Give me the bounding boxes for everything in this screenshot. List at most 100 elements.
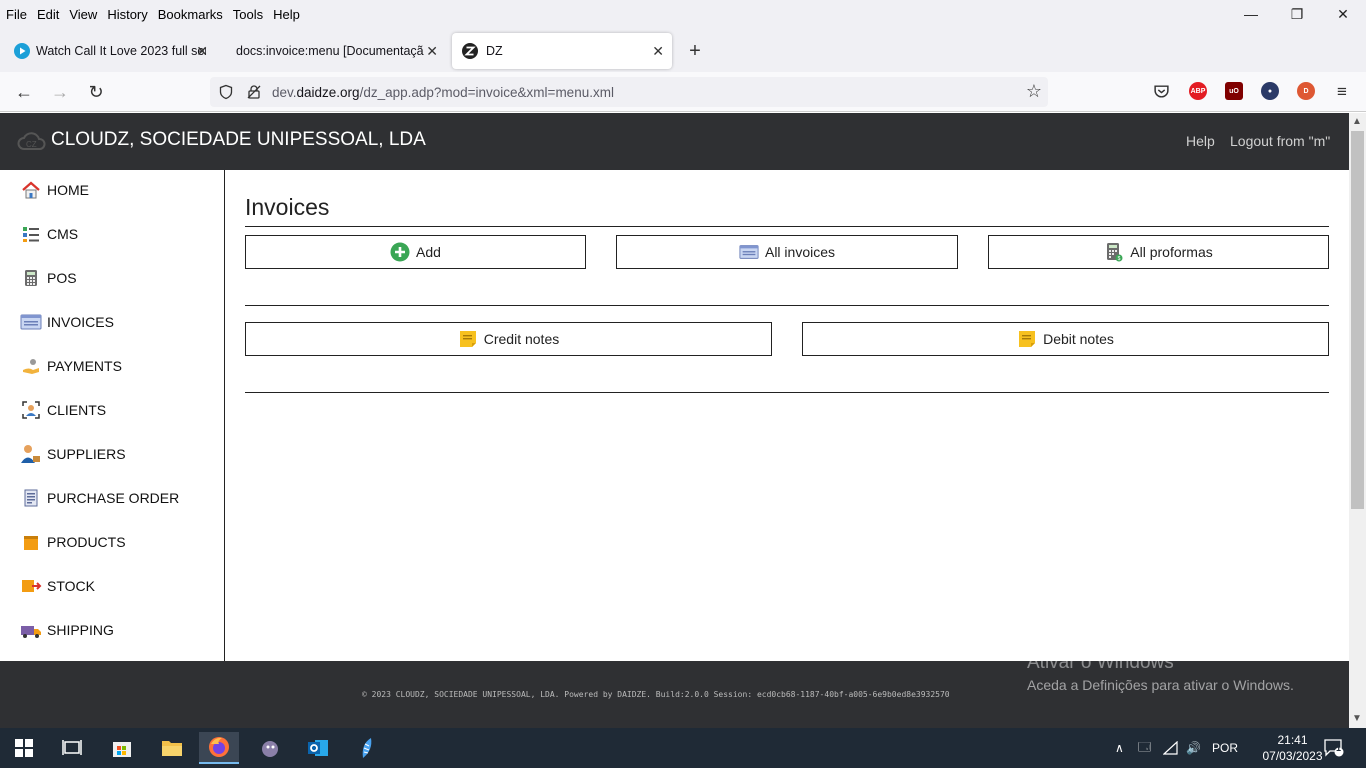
sidebar-item-payments[interactable]: PAYMENTS: [20, 354, 122, 378]
app-feather-icon[interactable]: [347, 732, 387, 764]
sidebar-item-label: SHIPPING: [47, 622, 114, 638]
sidebar-item-shipping[interactable]: SHIPPING: [20, 618, 114, 642]
task-view-icon[interactable]: [52, 732, 92, 764]
add-button[interactable]: Add: [245, 235, 586, 269]
restore-icon[interactable]: ❐: [1274, 0, 1320, 28]
sidebar-item-cms[interactable]: CMS: [20, 222, 78, 246]
tab-close-icon[interactable]: ✕: [652, 43, 664, 60]
menu-view[interactable]: View: [65, 7, 101, 22]
pocket-icon[interactable]: [1153, 83, 1170, 100]
taskbar-clock[interactable]: 21:41 07/03/2023: [1255, 732, 1330, 764]
payment-icon: [20, 356, 42, 376]
tab-dz[interactable]: DZ ✕: [452, 33, 672, 69]
close-window-icon[interactable]: ✕: [1320, 0, 1366, 28]
windows-start-icon[interactable]: [4, 732, 44, 764]
app-header: CZ CLOUDZ, SOCIEDADE UNIPESSOAL, LDA Hel…: [0, 113, 1349, 170]
divider: [245, 392, 1329, 393]
purchase-order-icon: [20, 488, 42, 508]
divider: [245, 305, 1329, 306]
dz-logo-icon: [462, 43, 478, 59]
sidebar-item-label: PAYMENTS: [47, 358, 122, 374]
debit-notes-label: Debit notes: [1043, 331, 1114, 347]
logout-link[interactable]: Logout from "m": [1230, 133, 1330, 149]
sidebar-item-stock[interactable]: STOCK: [20, 574, 95, 598]
all-proformas-button[interactable]: $ All proformas: [988, 235, 1329, 269]
list-icon: [20, 224, 42, 244]
sidebar-item-label: PURCHASE ORDER: [47, 490, 180, 506]
bookmark-star-icon[interactable]: ☆: [1026, 81, 1042, 102]
sidebar-item-label: STOCK: [47, 578, 95, 594]
sidebar-item-label: HOME: [47, 182, 89, 198]
back-icon[interactable]: ←: [12, 80, 36, 104]
ublock-origin-icon[interactable]: uO: [1225, 82, 1243, 100]
svg-text:$: $: [1118, 256, 1121, 262]
notification-center-icon[interactable]: 1: [1324, 728, 1344, 768]
privacy-extension-icon[interactable]: ●: [1261, 82, 1279, 100]
menu-edit[interactable]: Edit: [33, 7, 63, 22]
pidgin-icon[interactable]: [250, 732, 290, 764]
adblock-plus-icon[interactable]: ABP: [1189, 82, 1207, 100]
add-icon: [390, 242, 410, 262]
shipping-icon: [20, 620, 42, 640]
tab-bar: Watch Call It Love 2023 full serie ✕ doc…: [0, 28, 1366, 72]
note-icon: [458, 329, 478, 349]
cloud-logo-icon: CZ: [17, 132, 46, 150]
tab-title: DZ: [486, 44, 503, 58]
menu-file[interactable]: File: [2, 7, 31, 22]
reload-icon[interactable]: ↻: [84, 80, 108, 104]
sidebar-item-clients[interactable]: CLIENTS: [20, 398, 106, 422]
all-proformas-label: All proformas: [1130, 244, 1213, 260]
all-invoices-button[interactable]: All invoices: [616, 235, 958, 269]
tab-docs[interactable]: docs:invoice:menu [Documentação ✕: [226, 33, 446, 69]
credit-notes-label: Credit notes: [483, 331, 560, 347]
add-button-label: Add: [416, 244, 441, 260]
duckduckgo-icon[interactable]: D: [1297, 82, 1315, 100]
scrollbar-thumb[interactable]: [1351, 131, 1364, 509]
file-explorer-icon[interactable]: [152, 732, 192, 764]
shield-icon[interactable]: [218, 84, 234, 100]
sidebar-item-pos[interactable]: POS: [20, 266, 77, 290]
volume-icon[interactable]: 🔊: [1186, 728, 1201, 768]
hamburger-menu-icon[interactable]: ≡: [1330, 80, 1354, 104]
client-icon: [20, 400, 42, 420]
company-name: CLOUDZ, SOCIEDADE UNIPESSOAL, LDA: [51, 129, 426, 150]
forward-icon[interactable]: →: [48, 80, 72, 104]
tab-close-icon[interactable]: ✕: [196, 43, 208, 60]
url-text[interactable]: dev.daidze.org/dz_app.adp?mod=invoice&xm…: [272, 85, 614, 100]
tab-watch[interactable]: Watch Call It Love 2023 full serie ✕: [4, 33, 216, 69]
input-indicator-icon[interactable]: 🗔: [1138, 728, 1151, 768]
scroll-up-icon[interactable]: ▲: [1352, 116, 1362, 127]
sidebar-item-suppliers[interactable]: SUPPLIERS: [20, 442, 126, 466]
new-tab-icon[interactable]: +: [684, 40, 706, 63]
network-icon[interactable]: [1163, 728, 1179, 768]
language-indicator[interactable]: POR: [1212, 728, 1238, 768]
tab-close-icon[interactable]: ✕: [426, 43, 438, 60]
menu-history[interactable]: History: [103, 7, 151, 22]
credit-notes-button[interactable]: Credit notes: [245, 322, 772, 356]
menu-tools[interactable]: Tools: [229, 7, 267, 22]
show-hidden-icons-icon[interactable]: ∧: [1115, 728, 1124, 768]
help-link[interactable]: Help: [1186, 133, 1215, 149]
navigation-bar: ← → ↻ dev.daidze.org/dz_app.adp?mod=invo…: [0, 72, 1366, 112]
scroll-down-icon[interactable]: ▼: [1352, 713, 1362, 724]
sidebar-item-purchase-order[interactable]: PURCHASE ORDER: [20, 486, 179, 510]
debit-notes-button[interactable]: Debit notes: [802, 322, 1329, 356]
firefox-icon[interactable]: [199, 732, 239, 764]
minimize-icon[interactable]: —: [1228, 0, 1274, 28]
calculator-icon: [20, 268, 42, 288]
sidebar-item-home[interactable]: HOME: [20, 178, 89, 202]
menu-bookmarks[interactable]: Bookmarks: [154, 7, 227, 22]
taskbar: ∧ 🗔 🔊 POR 21:41 07/03/2023 1: [0, 728, 1366, 768]
page-scrollbar[interactable]: ▲ ▼: [1349, 113, 1366, 728]
sidebar-item-products[interactable]: PRODUCTS: [20, 530, 126, 554]
notification-count: 1: [1336, 743, 1342, 753]
url-bar[interactable]: dev.daidze.org/dz_app.adp?mod=invoice&xm…: [210, 77, 1048, 107]
outlook-icon[interactable]: [298, 732, 338, 764]
all-invoices-label: All invoices: [764, 244, 836, 260]
sidebar-item-invoices[interactable]: INVOICES: [20, 310, 114, 334]
insecure-lock-icon[interactable]: [246, 84, 262, 100]
note-icon: [1017, 329, 1037, 349]
microsoft-store-icon[interactable]: [102, 732, 142, 764]
page-title: Invoices: [245, 194, 330, 220]
menu-help[interactable]: Help: [269, 7, 304, 22]
